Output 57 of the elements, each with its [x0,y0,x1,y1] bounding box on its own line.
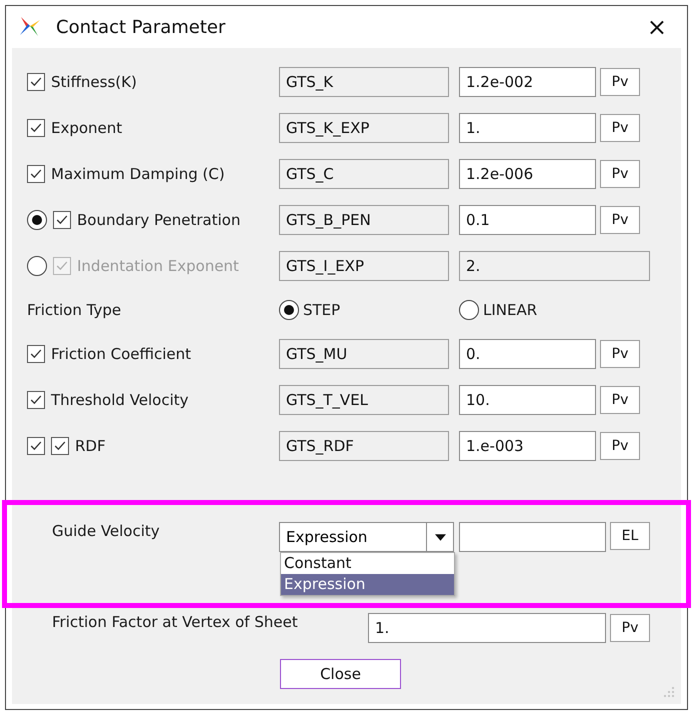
radio-label[interactable]: LINEAR [483,301,538,319]
pv-button[interactable]: Pv [600,386,640,414]
dropdown-arrow-icon [434,534,446,540]
value-field[interactable]: 1. [368,613,606,643]
name-field: GTS_MU [279,339,449,369]
checkbox[interactable] [53,211,71,229]
pv-button[interactable]: Pv [600,68,640,96]
parameter-label: Boundary Penetration [77,211,240,229]
checkbox[interactable] [27,437,45,455]
parameter-label: Stiffness(K) [51,73,137,91]
radio-label[interactable]: STEP [303,301,340,319]
value-field[interactable]: 1.2e-002 [459,67,596,97]
name-field: GTS_T_VEL [279,385,449,415]
parameter-label: RDF [75,437,106,455]
name-field: GTS_K [279,67,449,97]
checkbox[interactable] [27,73,45,91]
value-field[interactable]: 1.2e-006 [459,159,596,189]
pv-button[interactable]: Pv [600,160,640,188]
dropdown-option[interactable]: Expression [281,574,454,595]
value-field: 2. [459,251,650,281]
checkbox[interactable] [27,165,45,183]
pv-button[interactable]: Pv [600,432,640,460]
dropdown-option[interactable]: Constant [281,553,454,574]
name-field: GTS_RDF [279,431,449,461]
value-field[interactable]: 1.e-003 [459,431,596,461]
friction-type-label: Friction Type [27,301,122,319]
name-field: GTS_I_EXP [279,251,449,281]
value-field[interactable]: 10. [459,385,596,415]
value-field[interactable]: 0. [459,339,596,369]
checkbox[interactable] [27,391,45,409]
checkbox[interactable] [27,119,45,137]
pv-button[interactable]: Pv [610,614,650,642]
parameter-label: Threshold Velocity [51,391,189,409]
guide-velocity-label: Guide Velocity [52,522,161,540]
close-button[interactable]: Close [280,659,401,689]
name-field: GTS_B_PEN [279,205,449,235]
value-field[interactable]: 0.1 [459,205,596,235]
name-field: GTS_K_EXP [279,113,449,143]
pv-button[interactable]: Pv [600,340,640,368]
parameter-label: Maximum Damping (C) [51,165,225,183]
checkbox[interactable] [51,437,69,455]
parameter-label: Indentation Exponent [77,257,239,275]
friction-factor-label: Friction Factor at Vertex of Sheet [52,613,299,631]
el-button[interactable]: EL [610,522,650,550]
name-field: GTS_C [279,159,449,189]
checkbox[interactable] [27,345,45,363]
parameter-label: Exponent [51,119,122,137]
parameter-label: Friction Coefficient [51,345,192,363]
pv-button[interactable]: Pv [600,206,640,234]
value-field[interactable]: 1. [459,113,596,143]
resize-grip-icon [663,686,675,698]
radio-button[interactable] [459,300,479,320]
pv-button[interactable]: Pv [600,114,640,142]
expression-field[interactable] [459,522,606,552]
window-title: Contact Parameter [56,16,226,38]
radio-button[interactable] [27,210,47,230]
radio-button[interactable] [279,300,299,320]
